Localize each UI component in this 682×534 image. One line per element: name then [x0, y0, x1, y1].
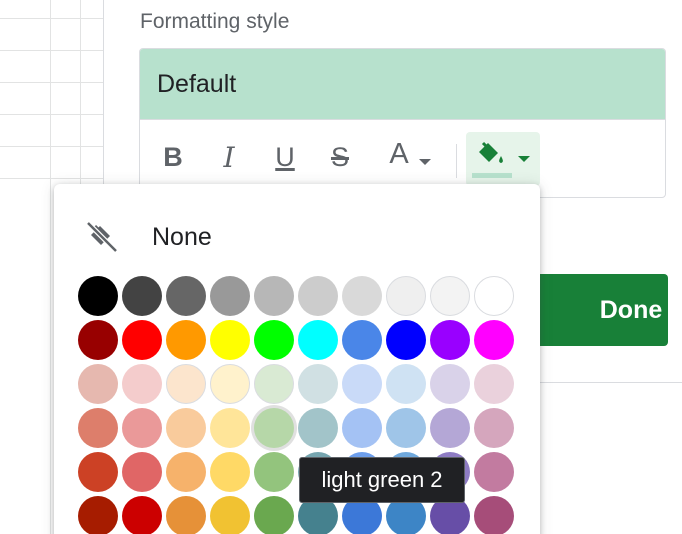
fill-none-icon	[86, 221, 118, 253]
color-swatch[interactable]	[210, 320, 250, 360]
color-swatch[interactable]	[254, 452, 294, 492]
conditional-format-screen: Formatting style Default B I U S A Done …	[0, 0, 682, 534]
underline-button[interactable]: U	[270, 138, 300, 176]
color-swatch[interactable]	[342, 276, 382, 316]
color-swatch[interactable]	[254, 408, 294, 448]
color-swatch[interactable]	[342, 320, 382, 360]
color-swatch[interactable]	[386, 408, 426, 448]
color-swatch[interactable]	[430, 320, 470, 360]
color-swatch[interactable]	[254, 496, 294, 534]
color-swatch[interactable]	[254, 276, 294, 316]
fill-none-label: None	[152, 222, 212, 251]
color-swatch[interactable]	[298, 320, 338, 360]
color-swatch[interactable]	[386, 364, 426, 404]
text-color-icon: A	[389, 137, 409, 170]
color-swatch[interactable]	[298, 408, 338, 448]
color-swatch[interactable]	[78, 320, 118, 360]
color-swatch[interactable]	[474, 452, 514, 492]
color-swatch[interactable]	[298, 276, 338, 316]
fill-color-button[interactable]	[466, 132, 540, 186]
text-color-button[interactable]: A	[380, 138, 440, 176]
swatch-tooltip: light green 2	[299, 457, 465, 503]
color-swatch[interactable]	[78, 276, 118, 316]
color-swatch[interactable]	[122, 276, 162, 316]
color-swatch[interactable]	[342, 364, 382, 404]
fill-none-option[interactable]: None	[74, 214, 514, 260]
color-swatch[interactable]	[78, 452, 118, 492]
italic-button[interactable]: I	[216, 138, 242, 176]
chevron-down-icon	[418, 159, 431, 165]
color-swatch[interactable]	[122, 364, 162, 404]
fill-color-indicator	[472, 173, 512, 178]
color-swatch[interactable]	[430, 364, 470, 404]
color-swatch[interactable]	[342, 408, 382, 448]
paint-bucket-icon	[479, 141, 503, 163]
fill-color-picker: None	[54, 184, 540, 534]
color-swatch[interactable]	[166, 276, 206, 316]
color-swatch[interactable]	[78, 496, 118, 534]
style-preview-text: Default	[157, 69, 237, 98]
color-swatch[interactable]	[122, 496, 162, 534]
toolbar-divider	[456, 144, 457, 178]
color-swatch[interactable]	[122, 452, 162, 492]
color-swatch[interactable]	[298, 364, 338, 404]
color-swatch[interactable]	[166, 408, 206, 448]
color-swatch[interactable]	[474, 364, 514, 404]
color-swatch[interactable]	[386, 320, 426, 360]
color-swatch[interactable]	[254, 364, 294, 404]
strikethrough-button[interactable]: S	[326, 138, 354, 176]
color-swatch[interactable]	[474, 408, 514, 448]
color-swatch[interactable]	[166, 496, 206, 534]
color-swatch[interactable]	[474, 320, 514, 360]
color-swatch[interactable]	[78, 364, 118, 404]
color-swatch[interactable]	[210, 452, 250, 492]
color-swatch[interactable]	[210, 496, 250, 534]
color-swatch[interactable]	[78, 408, 118, 448]
color-swatch[interactable]	[210, 364, 250, 404]
chevron-down-icon	[518, 156, 530, 162]
style-preview-dropdown[interactable]: Default	[140, 49, 665, 120]
color-swatch[interactable]	[254, 320, 294, 360]
color-swatch[interactable]	[122, 408, 162, 448]
color-swatch[interactable]	[122, 320, 162, 360]
color-swatch[interactable]	[166, 320, 206, 360]
color-swatch[interactable]	[474, 276, 514, 316]
formatting-style-box: Default B I U S A	[139, 48, 666, 198]
color-swatch[interactable]	[430, 276, 470, 316]
color-swatch[interactable]	[210, 276, 250, 316]
color-swatch[interactable]	[210, 408, 250, 448]
color-swatch[interactable]	[166, 452, 206, 492]
formatting-style-label: Formatting style	[140, 10, 290, 33]
color-swatch[interactable]	[386, 276, 426, 316]
color-swatch[interactable]	[474, 496, 514, 534]
color-swatch[interactable]	[166, 364, 206, 404]
color-swatch[interactable]	[430, 408, 470, 448]
bold-button[interactable]: B	[160, 138, 186, 176]
